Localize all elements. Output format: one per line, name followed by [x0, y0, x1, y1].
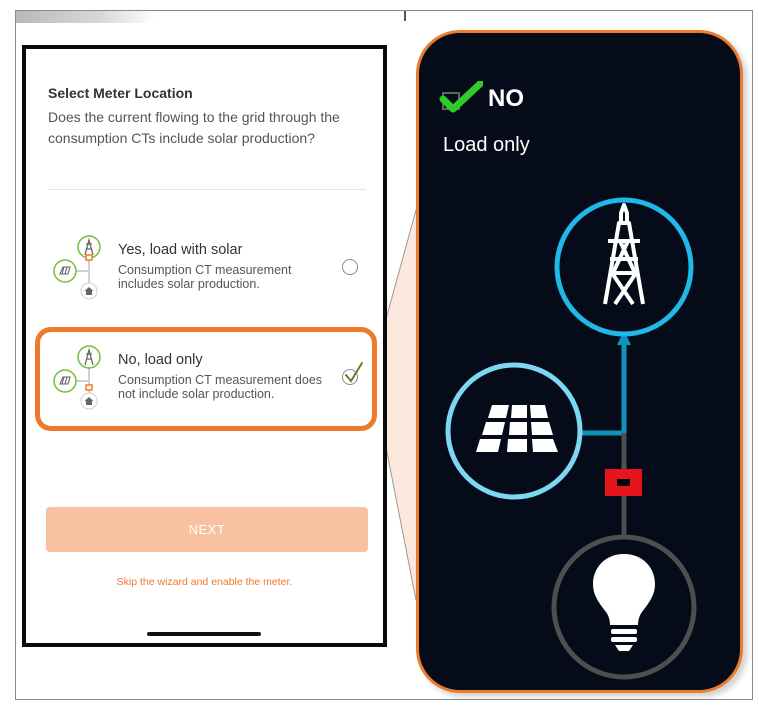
grid-circle [554, 197, 694, 337]
divider [48, 189, 366, 190]
callout-panel: NO Load only [416, 30, 743, 693]
skip-wizard-link[interactable]: Skip the wizard and enable the meter. [26, 576, 383, 588]
page-title: Select Meter Location [48, 85, 193, 101]
meter-location-question: Does the current flowing to the grid thr… [48, 109, 340, 146]
option-label: Yes, load with solar [118, 242, 243, 258]
meter-icon [605, 469, 642, 496]
load-with-solar-diagram-icon [53, 235, 101, 300]
home-indicator [147, 632, 261, 636]
radio-button-unselected[interactable] [342, 259, 358, 275]
option-description: Consumption CT measurement includes sola… [118, 263, 292, 291]
load-only-diagram [445, 197, 697, 680]
phone-screen: Select Meter Location Does the current f… [22, 45, 387, 647]
next-button[interactable]: NEXT [46, 507, 368, 552]
selection-highlight [35, 327, 377, 431]
option-load-with-solar[interactable]: Yes, load with solar Consumption CT meas… [48, 229, 368, 309]
